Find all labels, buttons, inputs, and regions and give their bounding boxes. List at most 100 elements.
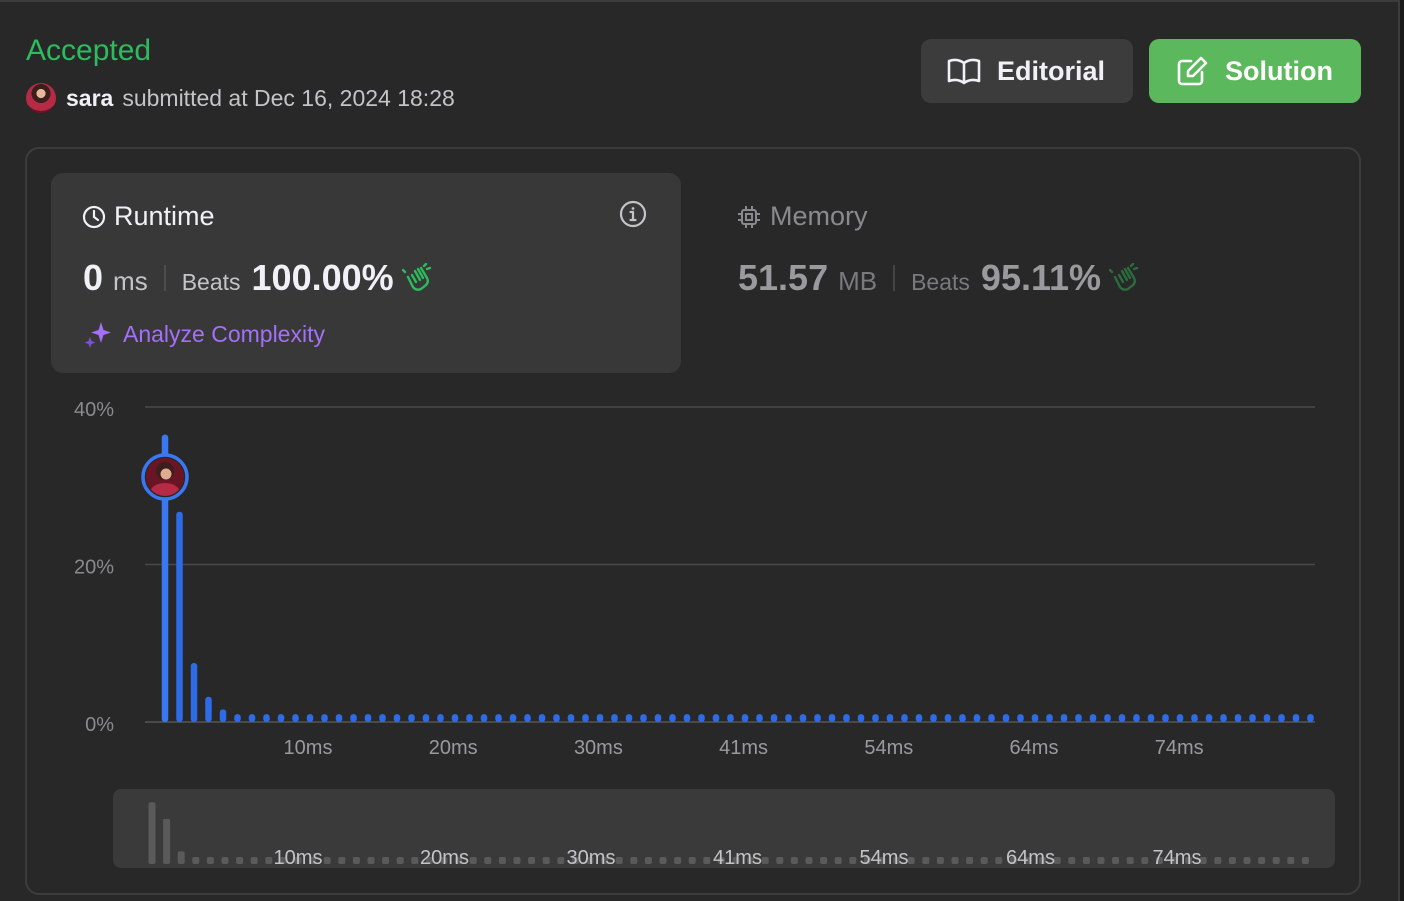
chart-bar [1162,714,1169,722]
chart-bar [799,714,807,722]
navigator-bar [513,857,521,864]
chart-bar [1060,714,1068,722]
y-tick-label: 20% [74,557,114,579]
y-tick-label: 0% [85,714,114,736]
chart-bar [205,696,212,722]
chart-bar [408,714,415,722]
chart-bar [915,714,923,722]
chart-bar [364,714,372,722]
chart-bar [1234,714,1242,722]
navigator-bar [630,857,638,864]
navigator-bar [615,857,623,864]
chart-bar [379,714,386,722]
navigator-tick-label: 41ms [713,847,762,869]
chart-bar [234,714,241,722]
navigator-bar [907,857,915,864]
chart-bar [669,714,676,722]
navigator-bar [236,857,244,864]
navigator-bar [849,857,857,864]
chart-bar [1017,714,1024,722]
navigator-bar [1082,857,1090,864]
runtime-distribution-chart[interactable]: 40% 20% 0% 10ms 20ms 30ms 41ms 54ms 64ms 74ms 10… [0,0,1404,901]
navigator-bar [1214,857,1222,864]
navigator-bar [177,851,185,864]
chart-bar [582,714,589,722]
chart-bar [277,714,285,722]
chart-bar [988,714,995,722]
navigator-bar [250,857,258,864]
navigator-bar [790,857,798,864]
navigator-bar [761,857,769,864]
chart-bar [1002,714,1010,722]
chart-bar [248,714,256,722]
navigator-bar [922,857,930,864]
chart-bar [292,714,299,722]
x-tick-label: 20ms [429,737,478,759]
navigator-bar [1126,857,1134,864]
chart-bar [698,714,705,722]
navigator-bar [1272,857,1280,864]
chart-bar [1147,714,1155,722]
navigator-bar [951,857,959,864]
chart-bar [263,714,270,722]
chart-bar [683,714,691,722]
chart-bar [596,714,604,722]
x-tick-label: 41ms [719,737,768,759]
x-tick-label: 10ms [284,737,333,759]
x-tick-label: 30ms [574,737,623,759]
navigator-bar [338,857,346,864]
navigator-bar [1243,857,1251,864]
chart-bar [901,714,908,722]
chart-bar [1118,714,1126,722]
navigator-bar [265,857,273,864]
chart-bar [321,714,328,722]
navigator-bar [936,857,944,864]
chart-bar [654,714,662,722]
navigator-bar [528,857,536,864]
navigator-bar [980,857,988,864]
avatar-face [160,468,172,480]
chart-bar [466,714,473,722]
chart-bar [1263,714,1271,722]
navigator-bar [659,857,667,864]
navigator-bar [1112,857,1120,864]
navigator-bar [674,857,682,864]
navigator-tick-label: 54ms [860,847,909,869]
chart-bar [480,714,488,722]
chart-bar [770,714,778,722]
navigator-bar [411,857,419,864]
chart-bar [190,662,198,722]
navigator-bar [966,857,974,864]
navigator-tick-label: 10ms [274,847,323,869]
navigator-bar [498,857,506,864]
chart-bar [1278,714,1285,722]
chart-bar [1075,714,1082,722]
chart-bar [843,714,850,722]
navigator-bar [163,818,171,864]
x-tick-label: 54ms [864,737,913,759]
chart-bar [219,709,227,722]
chart-bar [1307,714,1314,722]
chart-bar [611,714,618,722]
chart-bar [437,714,444,722]
navigator-tick-label: 64ms [1006,847,1055,869]
chart-bar [959,714,966,722]
navigator-bar [688,857,696,864]
chart-bar [1249,714,1256,722]
navigator-bar [557,857,565,864]
chart-bar [785,714,792,722]
navigator-bar [644,857,652,864]
navigator-bar [995,857,1003,864]
navigator-bar [192,857,200,864]
navigator-bar [1287,857,1295,864]
x-tick-label: 74ms [1155,737,1204,759]
chart-bar [1133,714,1140,722]
navigator-bar [1068,857,1076,864]
chart-bar [872,714,879,722]
navigator-bar [323,857,331,864]
chart-bar [1292,714,1300,722]
chart-bar [1089,714,1097,722]
chart-bar [886,714,894,722]
chart-bar [828,714,836,722]
navigator-bar [542,857,550,864]
